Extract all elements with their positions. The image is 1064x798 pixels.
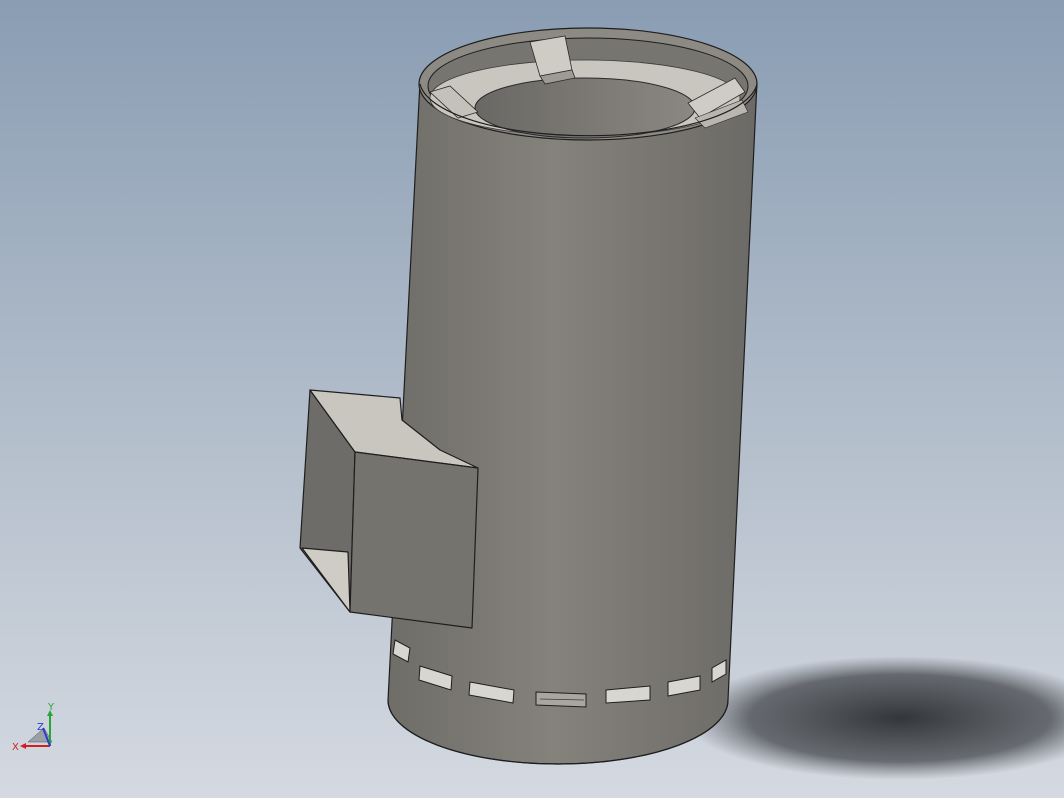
- triad-z-label: Z: [37, 722, 44, 733]
- coordinate-triad: X Y Z: [12, 702, 55, 753]
- triad-y-label: Y: [47, 702, 55, 713]
- triad-x-arrow: [20, 743, 26, 749]
- triad-x-label: X: [12, 742, 19, 753]
- feed-box-front: [349, 451, 479, 629]
- stove-cylinder-body[interactable]: [387, 81, 758, 765]
- cad-viewport[interactable]: X Y Z: [0, 0, 1064, 798]
- model-scene[interactable]: [0, 0, 1064, 798]
